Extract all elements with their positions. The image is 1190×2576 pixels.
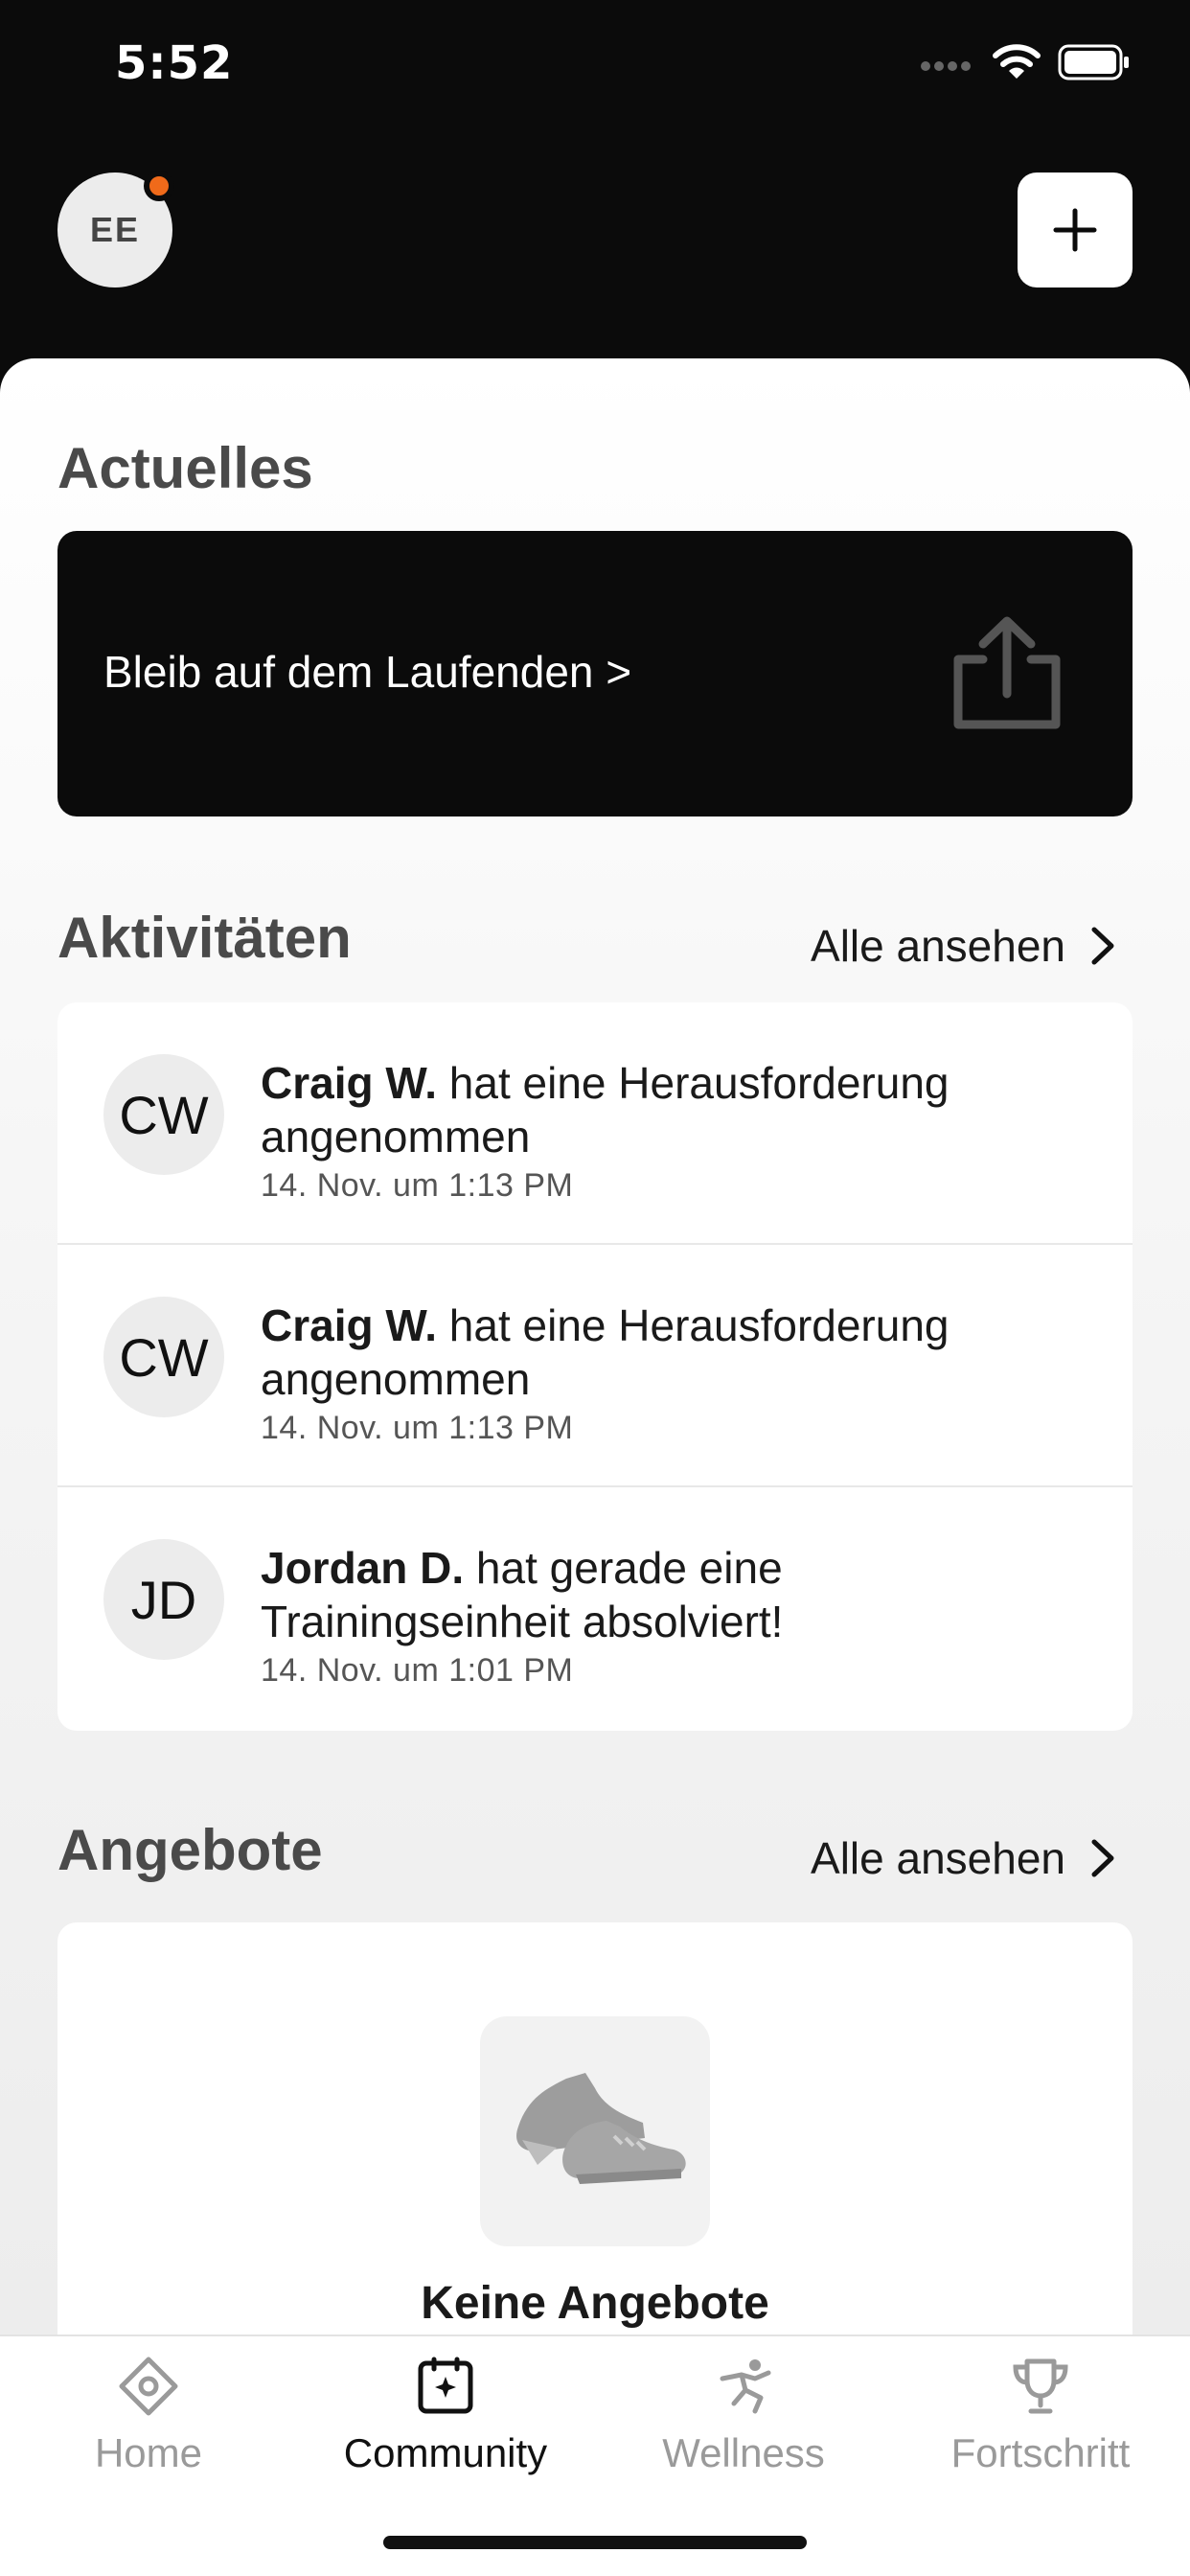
tab-home[interactable]: Home — [5, 2356, 292, 2509]
activity-avatar: JD — [103, 1539, 224, 1660]
activity-item[interactable]: CW Craig W. hat eine Herausforderung ang… — [57, 1245, 1133, 1487]
tab-label: Fortschritt — [950, 2430, 1131, 2475]
offers-see-all-link[interactable]: Alle ansehen — [811, 1832, 1115, 1884]
activities-section-title: Aktivitäten — [57, 906, 352, 970]
activity-avatar: CW — [103, 1297, 224, 1417]
shoes-illustration-icon — [480, 2016, 710, 2246]
see-all-label: Alle ansehen — [811, 921, 1065, 971]
activity-list: CW Craig W. hat eine Herausforderung ang… — [57, 1002, 1133, 1731]
home-diamond-icon — [119, 2357, 178, 2416]
notification-dot — [144, 171, 174, 201]
home-indicator — [383, 2536, 807, 2549]
signal-icon — [920, 53, 975, 77]
status-time: 5:52 — [115, 36, 234, 90]
main-content: Actuelles Bleib auf dem Laufenden > Akti… — [0, 358, 1190, 2576]
share-icon — [945, 613, 1069, 737]
tab-fortschritt[interactable]: Fortschritt — [897, 2356, 1184, 2509]
no-offers-text: Keine Angebote — [421, 2278, 769, 2329]
news-card-text: Bleib auf dem Laufenden > — [103, 647, 632, 697]
status-icons — [920, 44, 1131, 85]
news-section-title: Actuelles — [57, 436, 313, 500]
trophy-icon — [1013, 2358, 1068, 2414]
chevron-right-icon — [1091, 1839, 1114, 1877]
see-all-label: Alle ansehen — [811, 1833, 1065, 1883]
tab-wellness[interactable]: Wellness — [600, 2356, 887, 2509]
activity-time: 14. Nov. um 1:01 PM — [261, 1652, 574, 1689]
tab-label: Community — [343, 2430, 548, 2475]
activity-item[interactable]: JD Jordan D. hat gerade eine Trainingsei… — [57, 1487, 1133, 1730]
profile-avatar-button[interactable]: EE — [57, 171, 174, 288]
add-button[interactable] — [1018, 172, 1133, 288]
activity-user-name: Craig W. — [261, 1300, 438, 1350]
activity-text: Craig W. hat eine Herausforderung angeno… — [261, 1299, 1065, 1406]
battery-icon — [1058, 44, 1131, 85]
activity-text: Jordan D. hat gerade eine Trainingseinhe… — [261, 1541, 1065, 1648]
wifi-icon — [993, 44, 1041, 85]
activity-avatar: CW — [103, 1054, 224, 1175]
profile-initials: EE — [89, 210, 141, 249]
status-bar: 5:52 — [0, 0, 1190, 134]
activities-see-all-link[interactable]: Alle ansehen — [811, 920, 1115, 972]
app-screen: 5:52 EE Actuelles Bleib auf dem Laufende… — [0, 0, 1190, 2576]
activity-user-name: Jordan D. — [261, 1543, 465, 1593]
tab-community[interactable]: Community — [302, 2356, 589, 2509]
plus-icon — [1053, 208, 1097, 252]
community-icon — [418, 2357, 473, 2414]
chevron-right-icon — [1091, 927, 1114, 965]
activity-item[interactable]: CW Craig W. hat eine Herausforderung ang… — [57, 1002, 1133, 1245]
activity-time: 14. Nov. um 1:13 PM — [261, 1410, 574, 1446]
tab-label: Home — [94, 2430, 203, 2475]
news-card[interactable]: Bleib auf dem Laufenden > — [57, 531, 1133, 816]
activity-time: 14. Nov. um 1:13 PM — [261, 1167, 574, 1204]
activity-user-name: Craig W. — [261, 1058, 438, 1108]
wellness-runner-icon — [720, 2359, 771, 2414]
tab-label: Wellness — [662, 2430, 825, 2475]
activity-text: Craig W. hat eine Herausforderung angeno… — [261, 1056, 1065, 1163]
offers-section-title: Angebote — [57, 1818, 323, 1882]
